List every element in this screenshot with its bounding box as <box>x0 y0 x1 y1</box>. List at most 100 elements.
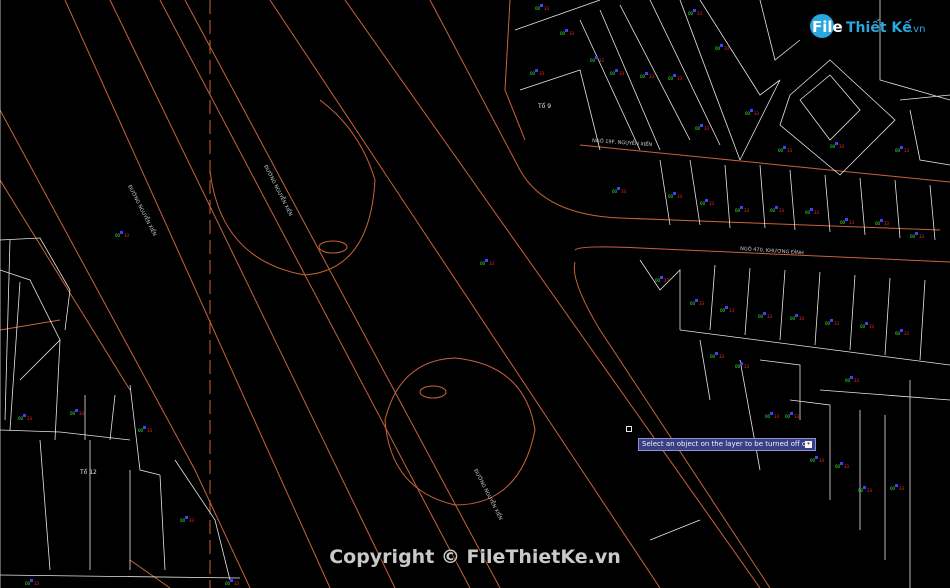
svg-text:33: 33 <box>147 428 153 433</box>
svg-text:33: 33 <box>814 210 820 215</box>
svg-text:00: 00 <box>700 201 706 206</box>
svg-text:33: 33 <box>697 11 703 16</box>
svg-text:33: 33 <box>489 261 495 266</box>
svg-text:00: 00 <box>695 126 701 131</box>
prompt-text: Select an object on the layer to be turn… <box>642 440 810 448</box>
svg-text:00: 00 <box>225 581 231 586</box>
svg-text:00: 00 <box>668 76 674 81</box>
svg-text:33: 33 <box>677 194 683 199</box>
svg-text:00: 00 <box>690 301 696 306</box>
svg-text:00: 00 <box>825 321 831 326</box>
svg-text:00: 00 <box>770 208 776 213</box>
svg-text:00: 00 <box>810 458 816 463</box>
svg-text:33: 33 <box>884 221 890 226</box>
svg-text:00: 00 <box>610 71 616 76</box>
svg-text:33: 33 <box>779 208 785 213</box>
svg-text:00: 00 <box>720 308 726 313</box>
road-label-nguyen-xien-1: ĐƯỜNG NGUYỄN XIỂN <box>126 183 159 237</box>
svg-text:33: 33 <box>724 46 730 51</box>
svg-text:33: 33 <box>664 278 670 283</box>
svg-text:00: 00 <box>70 411 76 416</box>
svg-text:33: 33 <box>719 354 725 359</box>
block-label-12: Tổ 12 <box>79 469 97 476</box>
block-label-9: Tổ 9 <box>537 103 551 110</box>
svg-text:33: 33 <box>819 458 825 463</box>
svg-text:33: 33 <box>79 411 85 416</box>
svg-text:33: 33 <box>699 301 705 306</box>
svg-text:33: 33 <box>787 148 793 153</box>
svg-text:33: 33 <box>774 414 780 419</box>
svg-text:33: 33 <box>124 233 130 238</box>
logo-brand-part2: Thiết Kế <box>846 19 912 36</box>
svg-text:00: 00 <box>25 581 31 586</box>
logo-brand-part1: File <box>812 18 843 36</box>
svg-text:33: 33 <box>539 71 545 76</box>
pick-cursor-icon <box>626 426 632 432</box>
svg-text:33: 33 <box>919 234 925 239</box>
svg-text:00: 00 <box>715 46 721 51</box>
svg-text:00: 00 <box>480 261 486 266</box>
logo-brand-part3: .vn <box>910 24 925 35</box>
svg-text:33: 33 <box>234 581 240 586</box>
svg-text:33: 33 <box>189 518 195 523</box>
svg-text:33: 33 <box>754 111 760 116</box>
svg-text:33: 33 <box>839 144 845 149</box>
svg-text:00: 00 <box>710 354 716 359</box>
road-labels: NGÕ 19F, NGUYỄN XIỂN NGÕ 470, KHƯƠNG ĐÌN… <box>79 103 804 522</box>
road-label-nguyen-xien-2: ĐƯỜNG NGUYỄN XIỂN <box>262 163 295 217</box>
road-label-nguyen-xien-top: NGÕ 19F, NGUYỄN XIỂN <box>592 136 653 148</box>
svg-text:33: 33 <box>649 74 655 79</box>
command-prompt-tooltip: Select an object on the layer to be turn… <box>638 438 816 451</box>
svg-text:33: 33 <box>709 201 715 206</box>
svg-text:00: 00 <box>560 31 566 36</box>
svg-text:00: 00 <box>895 148 901 153</box>
watermark-logo: File Thiết Kế .vn <box>810 14 925 38</box>
svg-text:00: 00 <box>18 416 24 421</box>
svg-text:00: 00 <box>785 414 791 419</box>
svg-text:33: 33 <box>34 581 40 586</box>
svg-text:33: 33 <box>599 58 605 63</box>
svg-text:00: 00 <box>530 71 536 76</box>
road-label-nguyen-xien-3: ĐƯỜNG NGUYỄN XIỂN <box>472 467 505 521</box>
svg-text:00: 00 <box>778 148 784 153</box>
svg-text:33: 33 <box>619 71 625 76</box>
prompt-options-icon[interactable]: ▾ <box>805 441 812 448</box>
parcel-lines <box>0 0 950 588</box>
svg-text:33: 33 <box>677 76 683 81</box>
svg-text:33: 33 <box>904 331 910 336</box>
svg-text:00: 00 <box>668 194 674 199</box>
cad-drawing-canvas[interactable]: 00 33 00 33 00 33 00 33 00 33 00 33 00 33 00 33 … <box>0 0 950 588</box>
svg-text:33: 33 <box>844 464 850 469</box>
svg-text:00: 00 <box>688 11 694 16</box>
svg-text:00: 00 <box>835 464 841 469</box>
svg-text:00: 00 <box>830 144 836 149</box>
svg-text:33: 33 <box>27 416 33 421</box>
svg-text:00: 00 <box>735 364 741 369</box>
svg-text:00: 00 <box>805 210 811 215</box>
svg-text:33: 33 <box>704 126 710 131</box>
svg-text:33: 33 <box>849 220 855 225</box>
svg-text:33: 33 <box>834 321 840 326</box>
svg-text:33: 33 <box>744 208 750 213</box>
svg-text:33: 33 <box>904 148 910 153</box>
svg-text:33: 33 <box>569 31 575 36</box>
svg-text:00: 00 <box>640 74 646 79</box>
svg-text:00: 00 <box>845 378 851 383</box>
svg-text:00: 00 <box>765 414 771 419</box>
svg-text:33: 33 <box>799 316 805 321</box>
svg-text:00: 00 <box>180 518 186 523</box>
svg-text:00: 00 <box>612 189 618 194</box>
copyright-watermark: Copyright © FileThietKe.vn <box>329 546 621 568</box>
svg-text:33: 33 <box>794 414 800 419</box>
road-label-khuong-dinh: NGÕ 470, KHƯƠNG ĐÌNH <box>740 245 804 256</box>
svg-text:00: 00 <box>758 314 764 319</box>
svg-text:33: 33 <box>869 324 875 329</box>
svg-text:00: 00 <box>910 234 916 239</box>
svg-text:33: 33 <box>867 488 873 493</box>
svg-text:33: 33 <box>767 314 773 319</box>
svg-text:00: 00 <box>790 316 796 321</box>
svg-text:33: 33 <box>621 189 627 194</box>
svg-text:00: 00 <box>115 233 121 238</box>
svg-text:00: 00 <box>858 488 864 493</box>
road-boundaries <box>0 0 950 588</box>
